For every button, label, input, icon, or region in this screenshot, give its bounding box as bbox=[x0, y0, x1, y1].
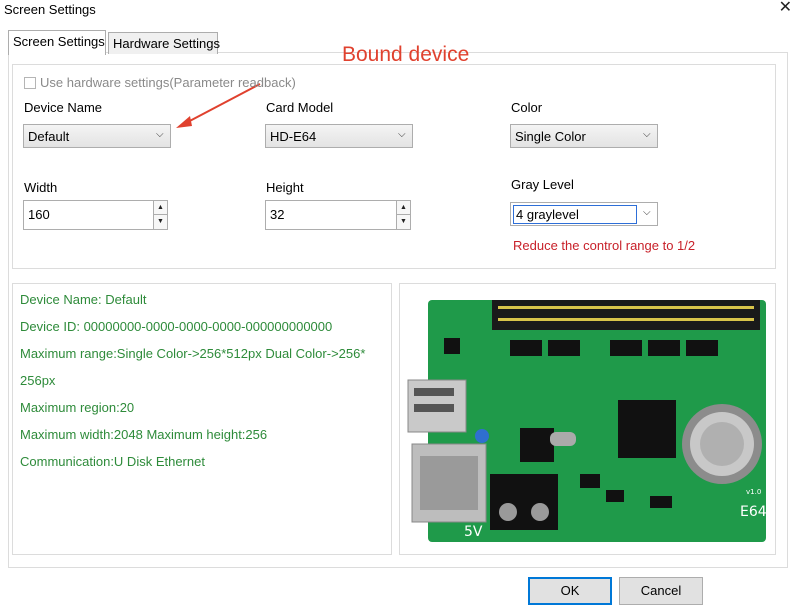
chevron-down-icon: ⌵ bbox=[398, 129, 406, 140]
device-name-value: Default bbox=[28, 129, 70, 144]
device-name-select[interactable]: Default ⌵ bbox=[23, 124, 171, 148]
info-max-range-cont: 256px bbox=[20, 373, 56, 388]
spin-down-icon[interactable]: ▼ bbox=[154, 215, 167, 229]
chevron-down-icon: ⌵ bbox=[643, 129, 651, 140]
card-model-label: Card Model bbox=[266, 100, 334, 115]
chevron-down-icon: ⌵ bbox=[643, 207, 651, 218]
cancel-button[interactable]: Cancel bbox=[619, 577, 703, 605]
control-card-image: E64 v1.0 5V bbox=[399, 283, 776, 555]
width-value: 160 bbox=[28, 207, 50, 222]
info-max-size: Maximum width:2048 Maximum height:256 bbox=[20, 427, 268, 442]
gray-level-label: Gray Level bbox=[511, 177, 574, 192]
card-model-value: HD-E64 bbox=[270, 129, 317, 144]
card-model-select[interactable]: HD-E64 ⌵ bbox=[265, 124, 413, 148]
title-bar: Screen Settings ✕ bbox=[0, 0, 800, 20]
board-version-text: v1.0 bbox=[746, 488, 761, 496]
close-icon[interactable]: ✕ bbox=[779, 0, 792, 17]
info-device-name: Device Name: Default bbox=[20, 292, 147, 307]
width-label: Width bbox=[24, 180, 58, 195]
height-spin-buttons: ▲ ▼ bbox=[396, 201, 410, 229]
window-title: Screen Settings bbox=[4, 2, 96, 17]
annotation-label: Bound device bbox=[342, 43, 470, 66]
info-max-region: Maximum region:20 bbox=[20, 400, 135, 415]
height-label: Height bbox=[266, 180, 304, 195]
spin-up-icon[interactable]: ▲ bbox=[154, 201, 167, 215]
gray-level-select[interactable]: 4 graylevel ⌵ bbox=[510, 202, 658, 226]
checkbox-box[interactable] bbox=[24, 76, 36, 89]
tab-hardware-settings[interactable]: Hardware Settings bbox=[108, 32, 220, 54]
spin-down-icon[interactable]: ▼ bbox=[397, 215, 410, 229]
info-max-range: Maximum range:Single Color->256*512px Du… bbox=[20, 346, 366, 361]
height-value: 32 bbox=[270, 207, 285, 222]
board-illustration: E64 v1.0 5V bbox=[400, 284, 775, 554]
info-device-id: Device ID: 00000000-0000-0000-0000-00000… bbox=[20, 319, 333, 334]
color-value: Single Color bbox=[515, 129, 586, 144]
color-select[interactable]: Single Color ⌵ bbox=[510, 124, 658, 148]
ok-button[interactable]: OK bbox=[528, 577, 612, 605]
chevron-down-icon: ⌵ bbox=[156, 129, 164, 140]
width-spinbox[interactable]: 160 ▲ ▼ bbox=[23, 200, 168, 230]
gray-level-value: 4 graylevel bbox=[513, 205, 637, 224]
spin-up-icon[interactable]: ▲ bbox=[397, 201, 410, 215]
hardware-settings-checkbox[interactable]: Use hardware settings(Parameter readback… bbox=[24, 75, 296, 90]
tab-screen-settings[interactable]: Screen Settings bbox=[8, 30, 106, 55]
device-name-label: Device Name bbox=[24, 100, 103, 115]
color-label: Color bbox=[511, 100, 543, 115]
board-model-text: E64 bbox=[740, 504, 767, 520]
board-voltage-text: 5V bbox=[464, 524, 483, 540]
info-communication: Communication:U Disk Ethernet bbox=[20, 454, 205, 469]
width-spin-buttons: ▲ ▼ bbox=[153, 201, 167, 229]
gray-level-warning: Reduce the control range to 1/2 bbox=[513, 238, 696, 253]
height-spinbox[interactable]: 32 ▲ ▼ bbox=[265, 200, 411, 230]
hardware-settings-label: Use hardware settings(Parameter readback… bbox=[40, 75, 296, 90]
